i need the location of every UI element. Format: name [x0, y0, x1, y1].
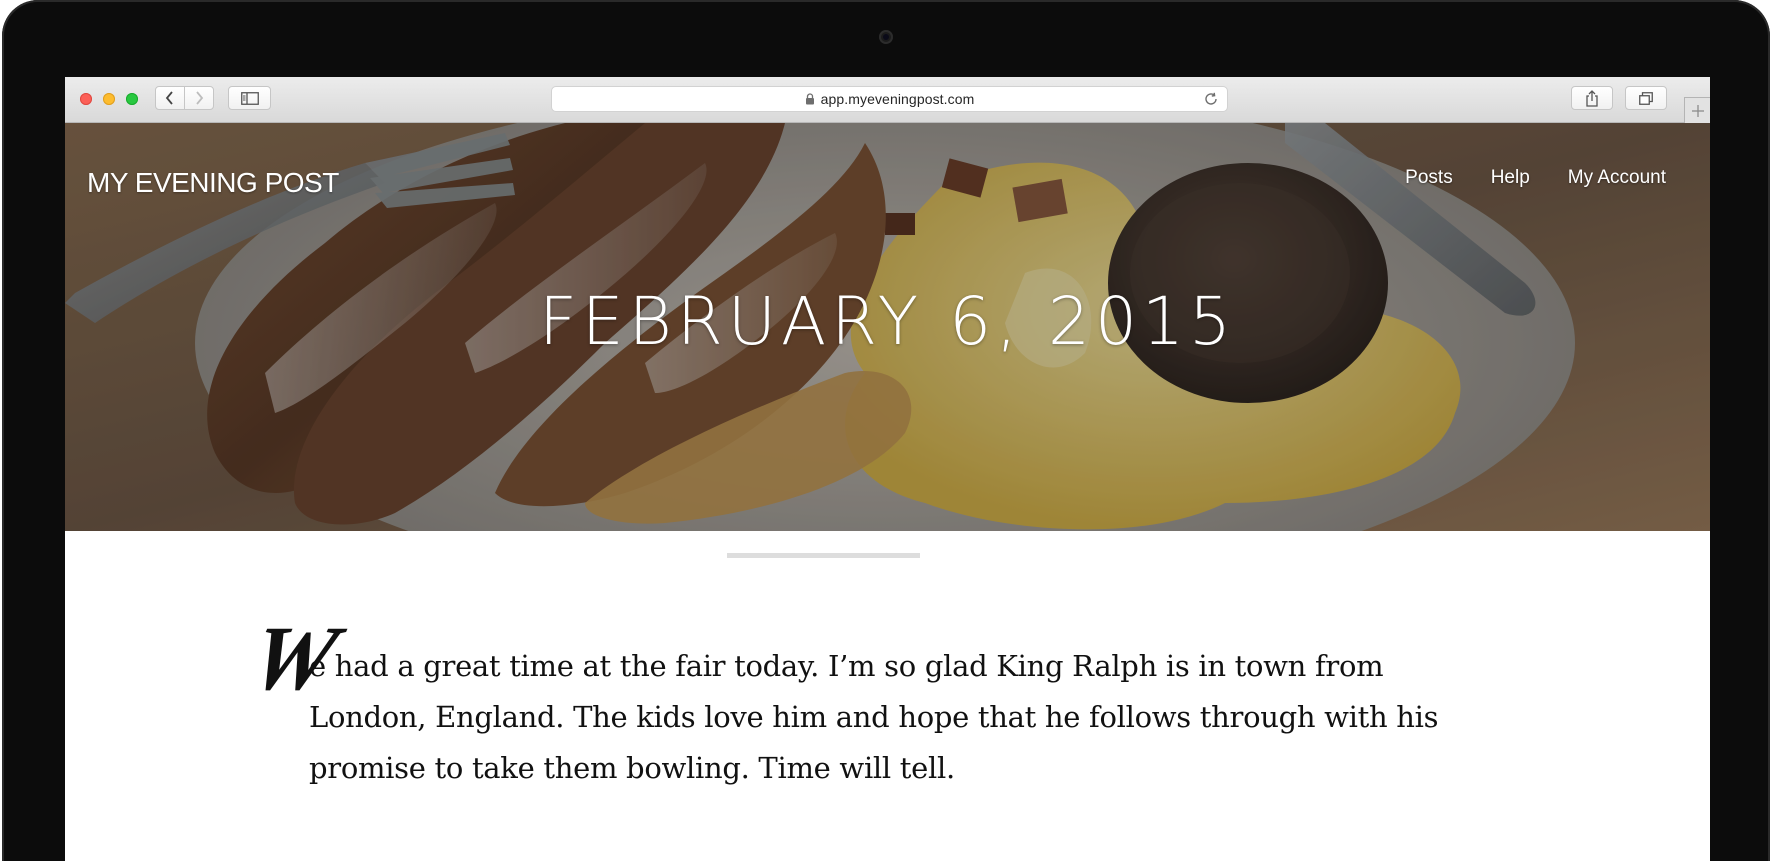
reload-icon[interactable] [1203, 91, 1219, 107]
post-paragraph: e had a great time at the fair today. I’… [309, 649, 1439, 785]
post-date-title: FEBRUARY 6, 2015 [538, 283, 1237, 360]
nav-posts-link[interactable]: Posts [1405, 167, 1453, 189]
site-logo[interactable]: MY EVENING POST [87, 167, 339, 199]
lock-icon [805, 93, 815, 105]
browser-toolbar: app.myeveningpost.com [65, 77, 1710, 124]
back-button[interactable] [155, 86, 185, 110]
hero-banner: MY EVENING POST Posts Help My Account FE… [65, 123, 1710, 531]
main-nav: Posts Help My Account [1395, 167, 1710, 189]
zoom-window-button[interactable] [126, 93, 138, 105]
sidebar-toggle-button[interactable] [228, 86, 271, 110]
chevron-right-icon [196, 91, 204, 105]
tabs-overview-button[interactable] [1625, 86, 1667, 110]
laptop-frame: app.myeveningpost.com MY EVENING POST Po… [0, 0, 1774, 861]
nav-my-account-link[interactable]: My Account [1568, 167, 1666, 189]
nav-help-link[interactable]: Help [1491, 167, 1530, 189]
address-bar[interactable]: app.myeveningpost.com [551, 86, 1228, 112]
minimize-window-button[interactable] [103, 93, 115, 105]
share-icon [1586, 89, 1598, 107]
share-button[interactable] [1571, 86, 1613, 110]
new-tab-button[interactable] [1684, 97, 1710, 124]
section-divider [727, 553, 920, 558]
url-text: app.myeveningpost.com [820, 91, 975, 107]
plus-icon [1692, 105, 1704, 117]
chevron-left-icon [165, 91, 173, 105]
tabs-overview-icon [1639, 91, 1653, 105]
sidebar-icon [240, 91, 259, 105]
forward-button[interactable] [184, 86, 214, 110]
close-window-button[interactable] [80, 93, 92, 105]
camera-icon [879, 30, 893, 44]
